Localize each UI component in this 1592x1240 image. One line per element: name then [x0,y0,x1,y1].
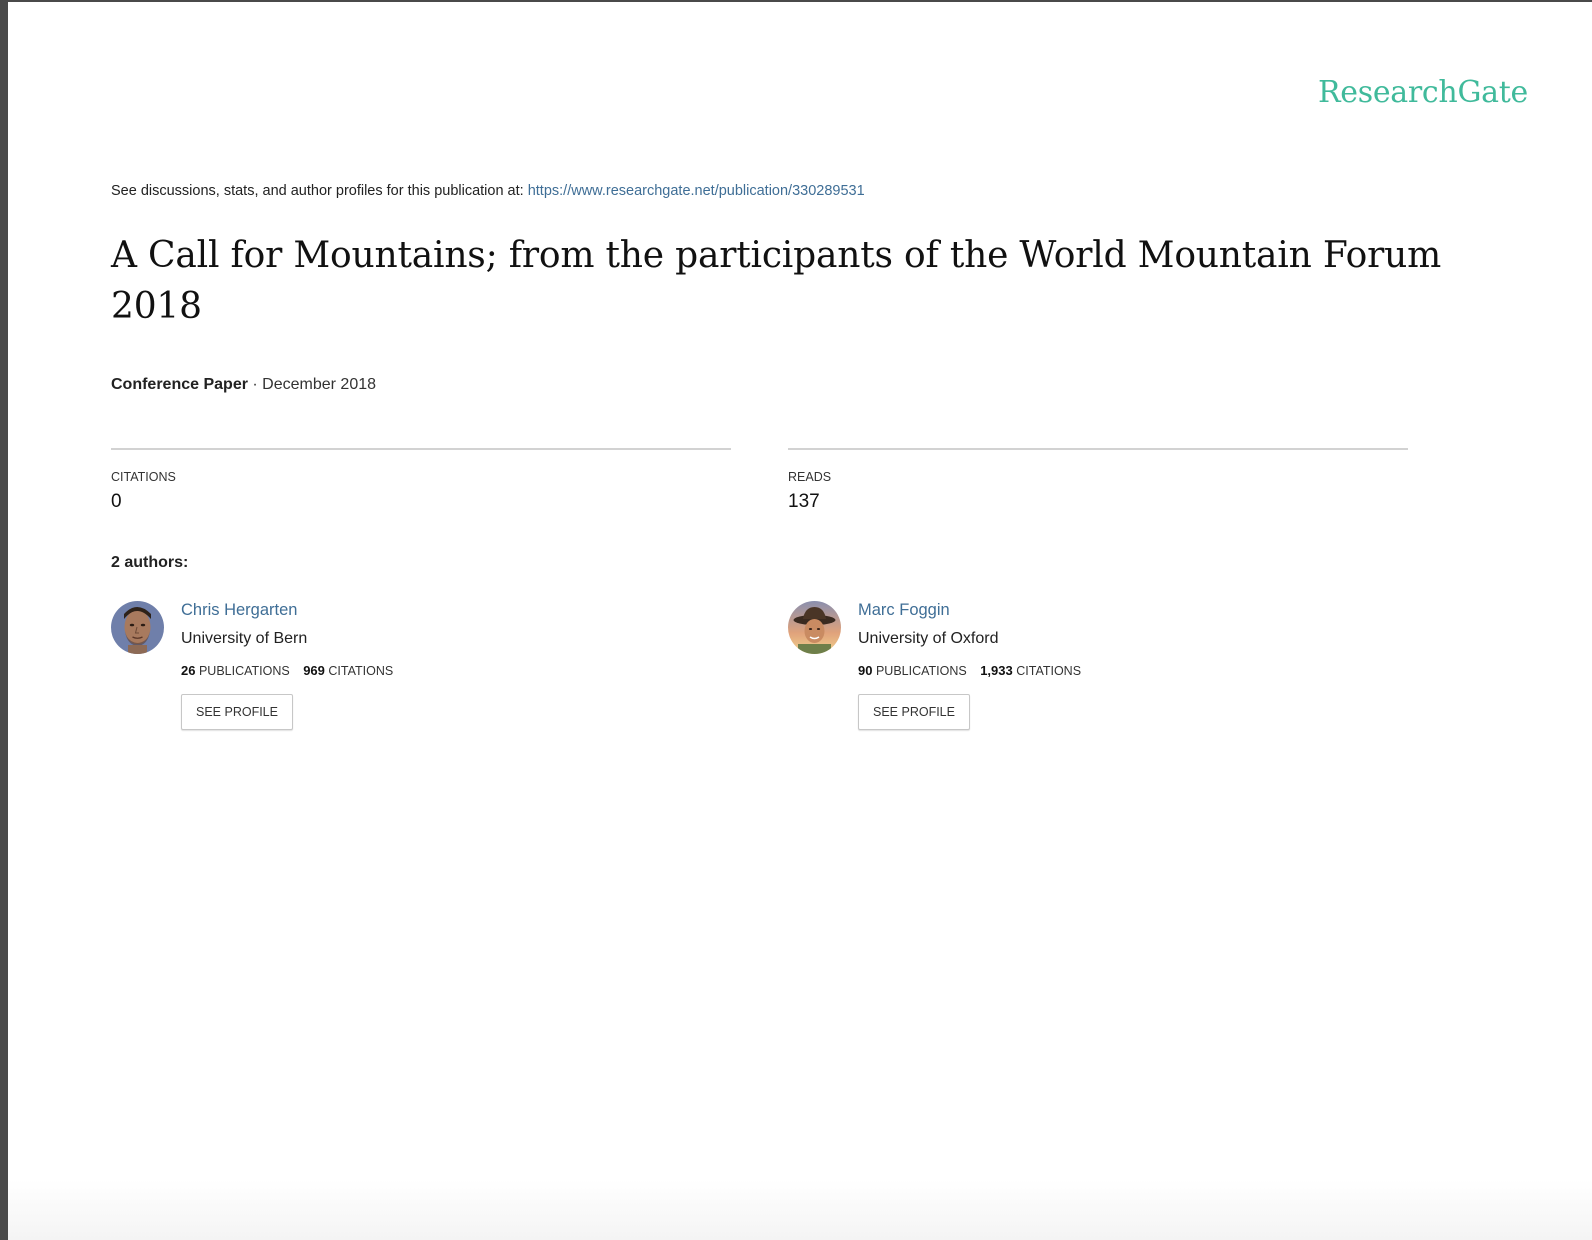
publication-date: December 2018 [262,376,377,393]
author-stats: 90 PUBLICATIONS 1,933 CITATIONS [858,663,1081,678]
publications-label: PUBLICATIONS [875,664,967,678]
author-institution: University of Bern [181,630,308,647]
see-profile-button[interactable]: SEE PROFILE [858,694,970,730]
author-card: Marc Foggin University of Oxford 90 PUBL… [788,601,1388,741]
author-citations-count: 969 [303,663,325,678]
avatar[interactable] [111,601,164,654]
page-bottom-shadow [8,1180,1592,1240]
citations-divider [111,448,731,450]
author-name-link[interactable]: Chris Hergarten [181,601,297,620]
author-citations-label: CITATIONS [328,664,394,678]
researchgate-logo[interactable]: ResearchGate [1318,75,1528,110]
reads-stat: READS 137 [788,448,1408,513]
authors-heading: 2 authors: [111,554,189,571]
see-profile-button[interactable]: SEE PROFILE [181,694,293,730]
citations-value: 0 [111,491,122,512]
reads-label: READS [788,470,832,484]
publications-label: PUBLICATIONS [198,664,290,678]
author-citations-count: 1,933 [980,663,1013,678]
publication-link[interactable]: https://www.researchgate.net/publication… [528,183,865,199]
citations-stat: CITATIONS 0 [111,448,731,513]
source-line: See discussions, stats, and author profi… [111,183,865,199]
author-card: Chris Hergarten University of Bern 26 PU… [111,601,711,741]
author-stats: 26 PUBLICATIONS 969 CITATIONS [181,663,393,678]
source-prefix: See discussions, stats, and author profi… [111,183,524,199]
reads-value: 137 [788,491,820,512]
meta-separator: · [252,376,258,393]
publication-title: A Call for Mountains; from the participa… [111,235,1442,327]
publications-count: 26 [181,663,196,678]
publication-type: Conference Paper [111,376,248,393]
author-citations-label: CITATIONS [1016,664,1082,678]
reads-divider [788,448,1408,450]
author-name-link[interactable]: Marc Foggin [858,601,950,620]
avatar[interactable] [788,601,841,654]
publication-meta: Conference Paper · December 2018 [111,376,376,394]
author-institution: University of Oxford [858,630,999,647]
publications-count: 90 [858,663,873,678]
citations-label: CITATIONS [111,470,176,484]
cover-page: ResearchGate See discussions, stats, and… [8,2,1592,1240]
